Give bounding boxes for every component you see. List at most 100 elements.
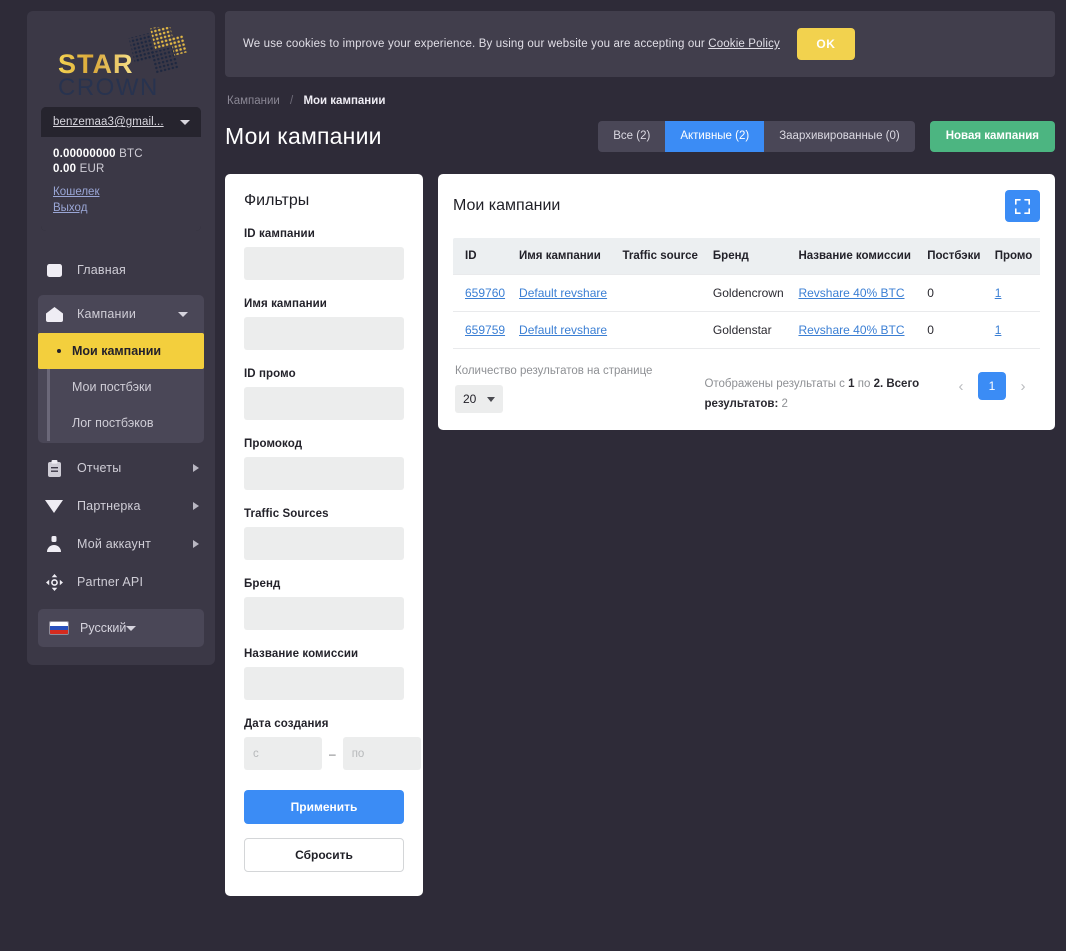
col-id: ID bbox=[453, 238, 514, 275]
commission-link[interactable]: Revshare 40% BTC bbox=[798, 286, 904, 300]
sidebar-item-home[interactable]: Главная bbox=[27, 251, 215, 289]
sidebar-item-campaigns[interactable]: Кампании bbox=[38, 295, 204, 333]
results-summary: Отображены результаты с 1 по 2. Всего ре… bbox=[704, 374, 934, 414]
cookie-ok-button[interactable]: OK bbox=[796, 28, 855, 60]
wallet-link[interactable]: Кошелек bbox=[53, 186, 189, 198]
date-range-separator: – bbox=[329, 746, 336, 761]
reset-filters-button[interactable]: Сбросить bbox=[244, 838, 404, 872]
filters-title: Фильтры bbox=[244, 192, 310, 209]
col-postbacks: Постбэки bbox=[921, 238, 989, 275]
sidebar-item-partner-api[interactable]: Partner API bbox=[27, 563, 215, 601]
sidebar-item-reports[interactable]: Отчеты bbox=[27, 449, 215, 487]
apply-filters-button[interactable]: Применить bbox=[244, 790, 404, 824]
filter-input-campaign-name[interactable] bbox=[244, 317, 404, 350]
filters-panel: Фильтры ID кампании Имя кампании ID пром… bbox=[225, 174, 423, 896]
tab-archived[interactable]: Заархивированные (0) bbox=[764, 121, 915, 152]
account-selector[interactable]: benzemaa3@gmail... bbox=[41, 107, 201, 137]
next-page-button[interactable]: › bbox=[1010, 372, 1036, 400]
filter-input-commission-name[interactable] bbox=[244, 667, 404, 700]
table-row: 659759 Default revshare Goldenstar Revsh… bbox=[453, 311, 1040, 349]
sidebar-item-postbacks-log[interactable]: Лог постбэков bbox=[47, 405, 204, 441]
col-traffic-source: Traffic source bbox=[616, 238, 707, 275]
cookie-policy-link[interactable]: Cookie Policy bbox=[708, 38, 780, 50]
sidebar-subitem-label: Мои кампании bbox=[72, 344, 162, 358]
cookie-message: We use cookies to improve your experienc… bbox=[243, 38, 709, 50]
sidebar-item-my-campaigns[interactable]: Мои кампании bbox=[38, 333, 204, 369]
sidebar-item-label: Отчеты bbox=[77, 461, 122, 475]
sidebar-group-campaigns: Кампании Мои кампании Мои постбэки Лог п… bbox=[38, 295, 204, 443]
balance-row: 0.00000000 BTC bbox=[53, 148, 189, 160]
balance-amount: 0.00 bbox=[53, 163, 77, 175]
balance-amount: 0.00000000 bbox=[53, 148, 116, 160]
table-head: ID Имя кампании Traffic source Бренд Наз… bbox=[453, 238, 1040, 275]
table-row: 659760 Default revshare Goldencrown Revs… bbox=[453, 274, 1040, 312]
balance-row: 0.00 EUR bbox=[53, 163, 189, 175]
filter-input-brand[interactable] bbox=[244, 597, 404, 630]
sidebar-item-my-postbacks[interactable]: Мои постбэки bbox=[47, 369, 204, 405]
language-selector[interactable]: Русский bbox=[38, 609, 204, 647]
filter-input-date-from[interactable] bbox=[244, 737, 322, 770]
promo-link[interactable]: 1 bbox=[995, 323, 1002, 337]
campaign-name-link[interactable]: Default revshare bbox=[519, 323, 607, 337]
logout-link[interactable]: Выход bbox=[53, 202, 189, 214]
cell-traffic-source bbox=[616, 311, 707, 349]
per-page-label: Количество результатов на странице bbox=[455, 365, 653, 377]
sidebar-item-label: Кампании bbox=[77, 307, 137, 321]
breadcrumb-parent[interactable]: Кампании bbox=[227, 95, 280, 107]
cell-brand: Goldencrown bbox=[706, 274, 793, 312]
diamond-icon bbox=[43, 495, 65, 517]
sidebar-item-affiliate[interactable]: Партнерка bbox=[27, 487, 215, 525]
ru-flag-icon bbox=[49, 621, 69, 635]
cell-postbacks: 0 bbox=[921, 311, 989, 349]
cookie-banner: We use cookies to improve your experienc… bbox=[225, 11, 1055, 77]
results-prefix: Отображены результаты с bbox=[704, 378, 849, 390]
per-page-select[interactable]: 20 bbox=[455, 385, 503, 413]
new-campaign-button[interactable]: Новая кампания bbox=[929, 120, 1055, 152]
table-footer: Количество результатов на странице 20 От… bbox=[453, 349, 1040, 418]
tab-active[interactable]: Активные (2) bbox=[665, 120, 765, 152]
sidebar-item-my-account[interactable]: Мой аккаунт bbox=[27, 525, 215, 563]
per-page-control: Количество результатов на странице 20 bbox=[455, 365, 652, 413]
sidebar-subitem-label: Мои постбэки bbox=[72, 380, 152, 394]
chevron-down-icon bbox=[126, 625, 137, 631]
balance-currency: BTC bbox=[119, 148, 143, 160]
language-label: Русский bbox=[80, 621, 127, 635]
filter-input-promo-id[interactable] bbox=[244, 387, 404, 420]
fullscreen-button[interactable] bbox=[1005, 190, 1040, 222]
filter-input-date-to[interactable] bbox=[342, 737, 421, 770]
cell-brand: Goldenstar bbox=[706, 311, 793, 349]
header-actions: Все (2) Активные (2) Заархивированные (0… bbox=[598, 120, 1055, 152]
filter-input-promocode[interactable] bbox=[244, 457, 404, 490]
content-area: Фильтры ID кампании Имя кампании ID пром… bbox=[225, 174, 1055, 896]
page-title: Мои кампании bbox=[225, 122, 382, 149]
tab-all[interactable]: Все (2) bbox=[598, 121, 665, 152]
card-header: Мои кампании bbox=[453, 190, 1040, 222]
cell-traffic-source bbox=[616, 274, 707, 312]
filter-label-created-date: Дата создания bbox=[244, 718, 329, 730]
col-campaign-name: Имя кампании bbox=[513, 238, 617, 275]
col-commission-name: Название комиссии bbox=[792, 238, 922, 275]
filter-input-campaign-id[interactable] bbox=[244, 247, 404, 280]
col-promo: Промо bbox=[988, 238, 1040, 275]
chevron-right-icon bbox=[193, 464, 199, 472]
campaign-name-link[interactable]: Default revshare bbox=[519, 286, 607, 300]
account-links: Кошелек Выход bbox=[53, 186, 189, 214]
dashboard-icon bbox=[43, 259, 65, 281]
page-number-1[interactable]: 1 bbox=[978, 372, 1006, 400]
sidebar-item-label: Мой аккаунт bbox=[77, 537, 152, 551]
filter-label-campaign-name: Имя кампании bbox=[244, 298, 327, 310]
campaign-id-link[interactable]: 659760 bbox=[465, 286, 505, 300]
filter-label-promocode: Промокод bbox=[244, 438, 303, 450]
breadcrumb: Кампании / Мои кампании bbox=[227, 95, 1055, 107]
filter-input-traffic-sources[interactable] bbox=[244, 527, 404, 560]
page-header: Мои кампании Все (2) Активные (2) Заархи… bbox=[225, 116, 1055, 156]
sidebar: STAR CROWN benzemaa3@gmail... 0.00000000… bbox=[27, 11, 215, 665]
breadcrumb-current: Мои кампании bbox=[303, 95, 386, 107]
cell-commission-name: Revshare 40% BTC bbox=[792, 311, 922, 349]
promo-link[interactable]: 1 bbox=[995, 286, 1002, 300]
prev-page-button[interactable]: ‹ bbox=[948, 372, 974, 400]
commission-link[interactable]: Revshare 40% BTC bbox=[798, 323, 904, 337]
campaign-id-link[interactable]: 659759 bbox=[465, 323, 505, 337]
cell-campaign-name: Default revshare bbox=[513, 311, 617, 349]
move-arrows-icon bbox=[43, 571, 65, 593]
